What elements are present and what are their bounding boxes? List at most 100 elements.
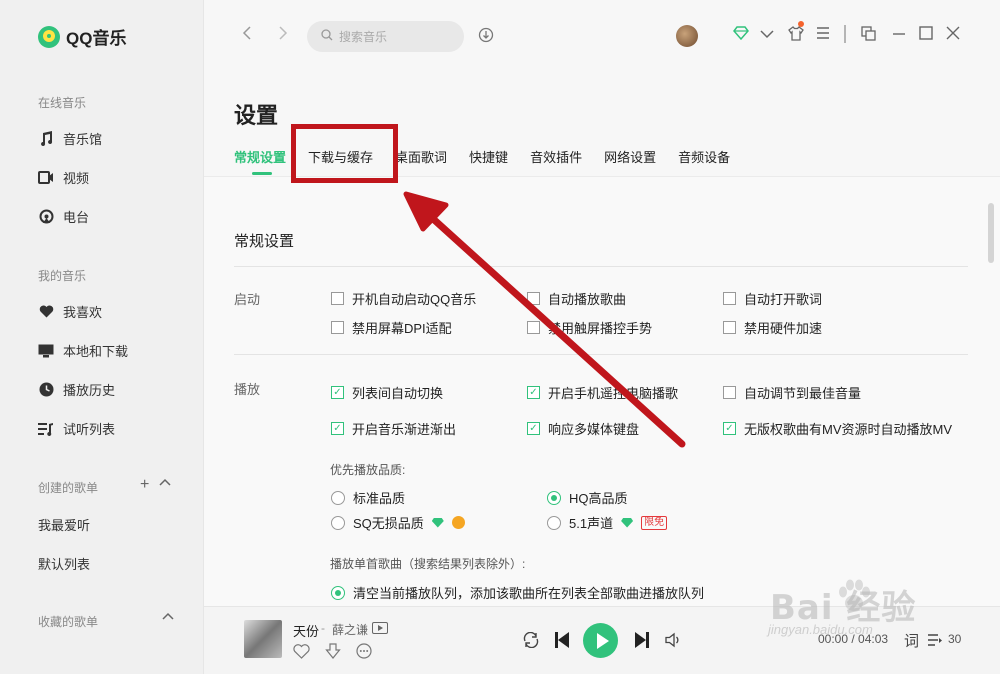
sidebar-item-music-hall[interactable]: 音乐馆: [38, 129, 102, 148]
tab-network[interactable]: 网络设置: [604, 147, 656, 175]
checkbox-box[interactable]: [723, 321, 736, 334]
checkbox-label: 禁用硬件加速: [744, 321, 823, 336]
tab-audio-device[interactable]: 音频设备: [678, 147, 730, 175]
mini-mode-icon[interactable]: [861, 26, 876, 45]
radio-sq-quality[interactable]: SQ无损品质: [331, 513, 465, 532]
super-vip-badge-icon: [451, 516, 465, 529]
sidebar-item-play-history[interactable]: 播放历史: [38, 380, 115, 399]
sidebar-item-favorites[interactable]: 我喜欢: [38, 302, 102, 321]
checkbox-media-keys[interactable]: ✓ 响应多媒体键盘: [527, 419, 639, 438]
checkbox-auto-volume[interactable]: 自动调节到最佳音量: [723, 383, 861, 402]
radio-button[interactable]: [331, 585, 345, 600]
volume-icon[interactable]: [665, 632, 681, 652]
main-menu-icon[interactable]: [816, 26, 830, 43]
album-cover[interactable]: [244, 620, 282, 658]
tab-desktop-lyrics[interactable]: 桌面歌词: [395, 147, 447, 175]
checkbox-box[interactable]: [723, 386, 736, 399]
tab-sound-plugins[interactable]: 音效插件: [530, 147, 582, 175]
checkbox-box[interactable]: [723, 292, 736, 305]
listen-identify-icon[interactable]: [478, 26, 494, 51]
highlight-box-annotation: [291, 124, 398, 183]
checkbox-disable-hw-accel[interactable]: 禁用硬件加速: [723, 318, 822, 337]
checkbox-box[interactable]: ✓: [723, 422, 736, 435]
checkbox-box[interactable]: ✓: [527, 386, 540, 399]
more-options-icon[interactable]: [356, 643, 372, 663]
search-input[interactable]: [339, 29, 449, 44]
checkbox-label: 无版权歌曲有MV资源时自动播放MV: [744, 422, 953, 437]
checkbox-box[interactable]: ✓: [331, 422, 344, 435]
checkbox-box[interactable]: [331, 292, 344, 305]
section-title: 常规设置: [234, 233, 295, 250]
radio-button[interactable]: [331, 515, 345, 530]
forward-arrow-icon[interactable]: [278, 25, 288, 46]
like-heart-icon[interactable]: [293, 644, 310, 663]
close-icon[interactable]: [946, 26, 960, 44]
radio-icon: [38, 209, 54, 225]
radio-label: 标准品质: [353, 491, 406, 506]
play-button[interactable]: [583, 623, 618, 658]
minimize-icon[interactable]: [892, 26, 906, 44]
checkbox-label: 自动调节到最佳音量: [744, 386, 862, 401]
checkbox-list-auto-switch[interactable]: ✓ 列表间自动切换: [331, 383, 443, 402]
radio-button[interactable]: [547, 515, 561, 530]
checkbox-label: 响应多媒体键盘: [548, 422, 640, 437]
sidebar-item-radio[interactable]: 电台: [38, 207, 89, 226]
checkbox-auto-lyrics[interactable]: 自动打开歌词: [723, 289, 822, 308]
tab-general[interactable]: 常规设置: [234, 147, 286, 175]
app-logo[interactable]: QQ音乐: [38, 24, 126, 49]
checkbox-box[interactable]: [527, 321, 540, 334]
back-arrow-icon[interactable]: [242, 25, 252, 46]
radio-51-channel[interactable]: 5.1声道 限免: [547, 513, 668, 532]
download-icon[interactable]: [325, 643, 341, 664]
skin-shirt-icon[interactable]: [788, 26, 804, 45]
vip-diamond-icon[interactable]: [733, 26, 749, 44]
checkbox-auto-play[interactable]: 自动播放歌曲: [527, 289, 626, 308]
mv-icon[interactable]: [372, 622, 388, 634]
previous-track-icon[interactable]: [554, 631, 570, 653]
checkbox-phone-remote[interactable]: ✓ 开启手机遥控电脑播歌: [527, 383, 678, 402]
divider: [234, 354, 968, 355]
sidebar-item-trial-list[interactable]: 试听列表: [38, 419, 115, 438]
checkbox-auto-mv[interactable]: ✓ 无版权歌曲有MV资源时自动播放MV: [723, 419, 952, 438]
radio-standard-quality[interactable]: 标准品质: [331, 488, 405, 507]
sidebar-item-label: 本地和下载: [63, 344, 129, 359]
sidebar-item-video[interactable]: 视频: [38, 168, 89, 187]
checkbox-label: 开机自动启动QQ音乐: [352, 292, 477, 307]
music-note-icon: [38, 131, 54, 147]
next-track-icon[interactable]: [634, 631, 650, 653]
sidebar-item-local-download[interactable]: 本地和下载: [38, 341, 128, 360]
checkbox-auto-start[interactable]: 开机自动启动QQ音乐: [331, 289, 476, 308]
sidebar-item-playlist-favorite[interactable]: 我最爱听: [38, 515, 90, 534]
qq-music-logo-icon: [38, 25, 60, 48]
collapse-chevron-icon[interactable]: [159, 476, 171, 494]
clock-icon: [38, 382, 54, 398]
radio-button[interactable]: [331, 490, 345, 505]
checkbox-box[interactable]: [331, 321, 344, 334]
quality-label: 优先播放品质:: [330, 463, 406, 477]
collapse-chevron-icon[interactable]: [162, 610, 174, 628]
sidebar-item-label: 视频: [63, 171, 90, 186]
tab-shortcuts[interactable]: 快捷键: [469, 147, 508, 175]
checkbox-box[interactable]: [527, 292, 540, 305]
checkbox-disable-touch[interactable]: 禁用触屏播控手势: [527, 318, 652, 337]
sidebar-item-playlist-default[interactable]: 默认列表: [38, 554, 90, 573]
checkbox-fade-in-out[interactable]: ✓ 开启音乐渐进渐出: [331, 419, 456, 438]
sidebar-item-label: 播放历史: [63, 383, 116, 398]
user-avatar[interactable]: [676, 25, 698, 47]
sidebar-item-label: 默认列表: [38, 557, 91, 572]
song-title[interactable]: 天份: [293, 621, 319, 640]
dropdown-chevron-icon[interactable]: [760, 26, 774, 43]
search-box[interactable]: [307, 21, 464, 52]
radio-button[interactable]: [547, 490, 561, 505]
checkbox-disable-dpi[interactable]: 禁用屏幕DPI适配: [331, 318, 452, 337]
add-playlist-icon[interactable]: +: [140, 476, 149, 494]
checkbox-box[interactable]: ✓: [527, 422, 540, 435]
loop-mode-icon[interactable]: [522, 631, 540, 652]
radio-hq-quality[interactable]: HQ高品质: [547, 488, 628, 507]
vip-diamond-icon: [621, 517, 634, 528]
radio-replace-queue[interactable]: 清空当前播放队列，添加该歌曲所在列表全部歌曲进播放队列: [331, 583, 704, 602]
scrollbar-thumb[interactable]: [988, 203, 994, 263]
checkbox-box[interactable]: ✓: [331, 386, 344, 399]
maximize-icon[interactable]: [919, 26, 933, 44]
song-artist[interactable]: 薛之谦: [332, 621, 368, 638]
